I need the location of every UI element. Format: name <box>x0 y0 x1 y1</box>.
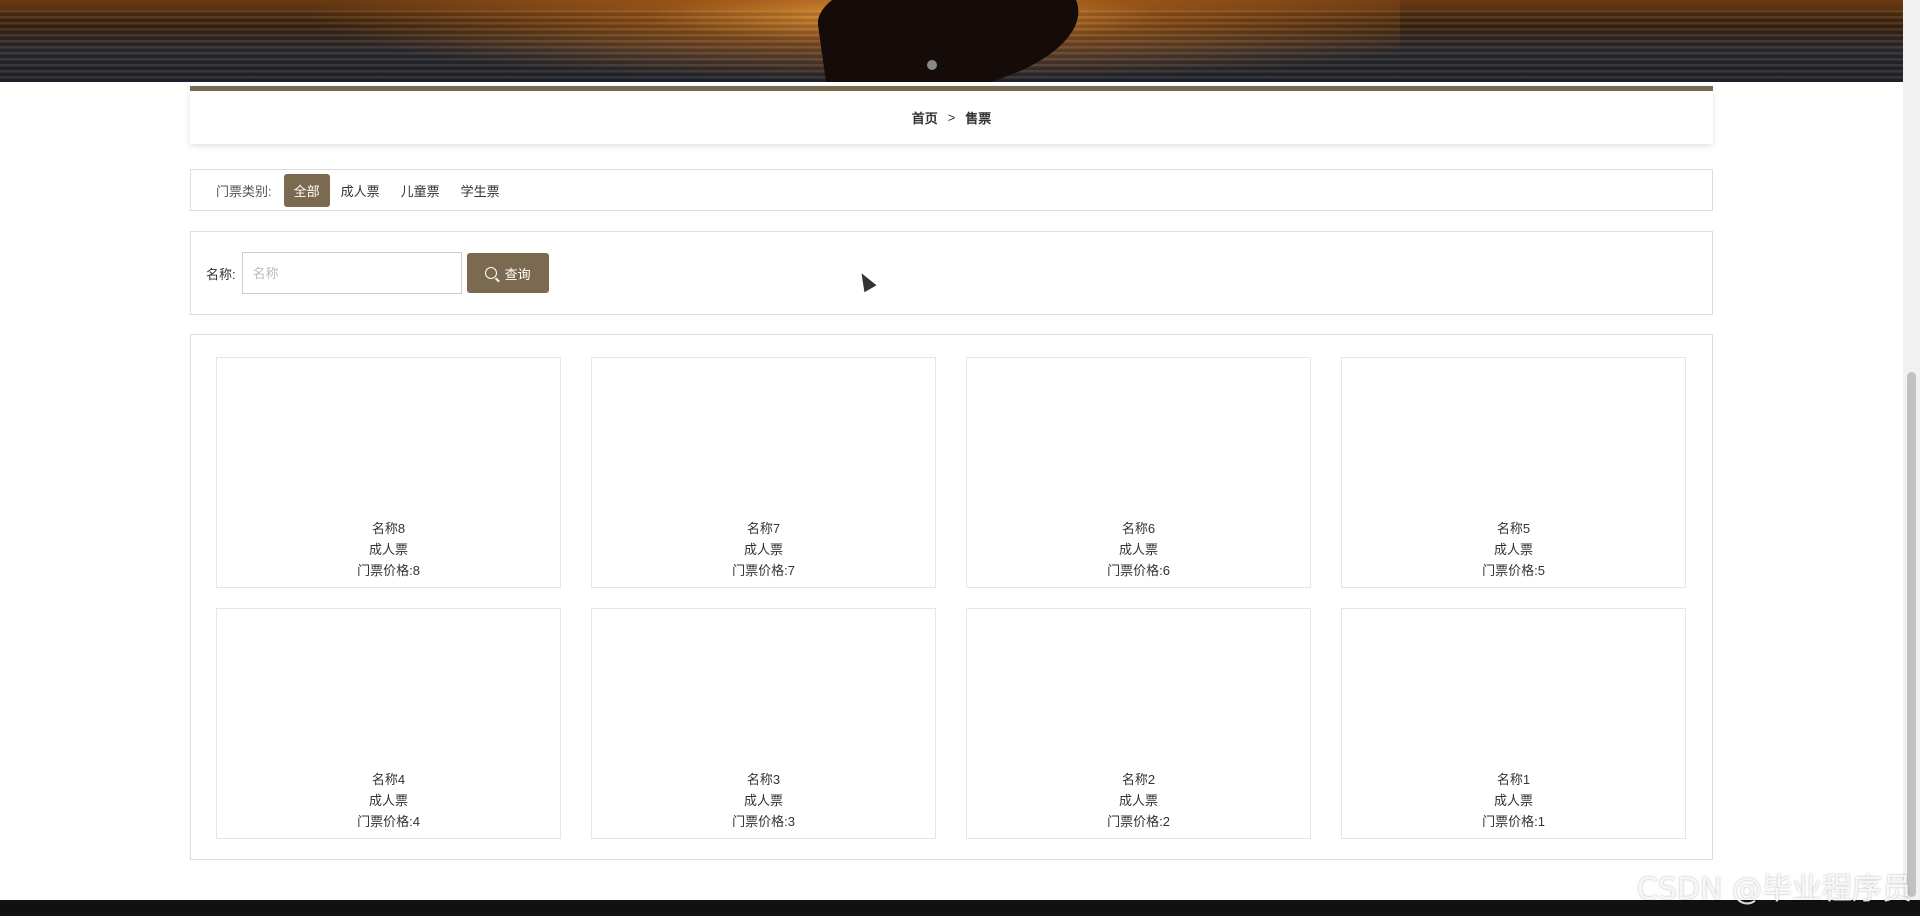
ticket-card[interactable]: 名称1 成人票 门票价格:1 <box>1341 608 1686 839</box>
ticket-name: 名称7 <box>746 521 781 536</box>
filter-option-all[interactable]: 全部 <box>283 173 330 207</box>
ticket-price: 门票价格:4 <box>357 814 420 829</box>
ticket-name: 名称3 <box>746 772 781 787</box>
filter-option-adult[interactable]: 成人票 <box>331 174 390 207</box>
filter-option-child[interactable]: 儿童票 <box>391 174 450 207</box>
ticket-image-tiger[interactable] <box>600 617 927 767</box>
page-scrollbar[interactable] <box>1903 0 1920 900</box>
ticket-grid: 名称8 成人票 门票价格:8 名称7 成人票 门票价格:7 名称6 成人票 门票… <box>190 334 1713 860</box>
watermark: CSDN @毕业程序员 <box>1636 872 1912 907</box>
hero-banner <box>0 0 1903 82</box>
carousel-dot[interactable] <box>927 60 937 70</box>
ticket-price: 门票价格:5 <box>1482 563 1545 578</box>
ticket-name: 名称6 <box>1121 521 1156 536</box>
breadcrumb-current: 售票 <box>965 111 992 126</box>
ticket-image-tiger[interactable] <box>975 366 1302 516</box>
ticket-card[interactable]: 名称7 成人票 门票价格:7 <box>591 357 936 588</box>
ticket-price: 门票价格:1 <box>1482 814 1545 829</box>
breadcrumb-separator: > <box>947 110 956 125</box>
ticket-type: 成人票 <box>1118 793 1158 808</box>
ticket-card[interactable]: 名称3 成人票 门票价格:3 <box>591 608 936 839</box>
ticket-image-empty[interactable] <box>225 617 552 767</box>
ticket-type: 成人票 <box>743 793 783 808</box>
breadcrumb: 首页 > 售票 <box>190 86 1713 144</box>
ticket-type: 成人票 <box>1493 542 1533 557</box>
ticket-card[interactable]: 名称8 成人票 门票价格:8 <box>216 357 561 588</box>
scrollbar-thumb[interactable] <box>1907 372 1916 897</box>
ticket-price: 门票价格:6 <box>1107 563 1170 578</box>
ticket-type: 成人票 <box>368 542 408 557</box>
search-bar: 名称: 查询 <box>190 231 1713 315</box>
ticket-card[interactable]: 名称6 成人票 门票价格:6 <box>966 357 1311 588</box>
name-search-input[interactable] <box>241 252 462 294</box>
search-label: 名称: <box>206 266 236 282</box>
filter-option-student[interactable]: 学生票 <box>451 174 510 207</box>
ticket-card[interactable]: 名称4 成人票 门票价格:4 <box>216 608 561 839</box>
ticket-type: 成人票 <box>1493 793 1533 808</box>
search-button-label: 查询 <box>504 266 531 282</box>
ticket-card[interactable]: 名称2 成人票 门票价格:2 <box>966 608 1311 839</box>
ticket-card[interactable]: 名称5 成人票 门票价格:5 <box>1341 357 1686 588</box>
ticket-category-filter: 门票类别: 全部 成人票 儿童票 学生票 <box>190 169 1713 211</box>
ticket-type: 成人票 <box>368 793 408 808</box>
ticket-name: 名称5 <box>1496 521 1531 536</box>
search-icon <box>484 267 497 279</box>
ticket-image-flamingo[interactable] <box>225 366 552 516</box>
ticket-price: 门票价格:8 <box>357 563 420 578</box>
ticket-name: 名称2 <box>1121 772 1156 787</box>
ticket-type: 成人票 <box>1118 542 1158 557</box>
ticket-price: 门票价格:2 <box>1107 814 1170 829</box>
search-button[interactable]: 查询 <box>466 253 549 293</box>
ticket-name: 名称8 <box>371 521 406 536</box>
ticket-price: 门票价格:7 <box>732 563 795 578</box>
ticket-price: 门票价格:3 <box>732 814 795 829</box>
ticket-type: 成人票 <box>743 542 783 557</box>
ticket-image-tiger[interactable] <box>1350 617 1677 767</box>
filter-label: 门票类别: <box>216 183 272 199</box>
ticket-image-zoo[interactable] <box>600 366 927 516</box>
ticket-image-tiger[interactable] <box>1350 366 1677 516</box>
footer-bar <box>0 900 1920 916</box>
ticket-image-giraffes[interactable] <box>975 617 1302 767</box>
ticket-name: 名称4 <box>371 772 406 787</box>
ticket-name: 名称1 <box>1496 772 1531 787</box>
breadcrumb-home[interactable]: 首页 <box>912 108 938 127</box>
